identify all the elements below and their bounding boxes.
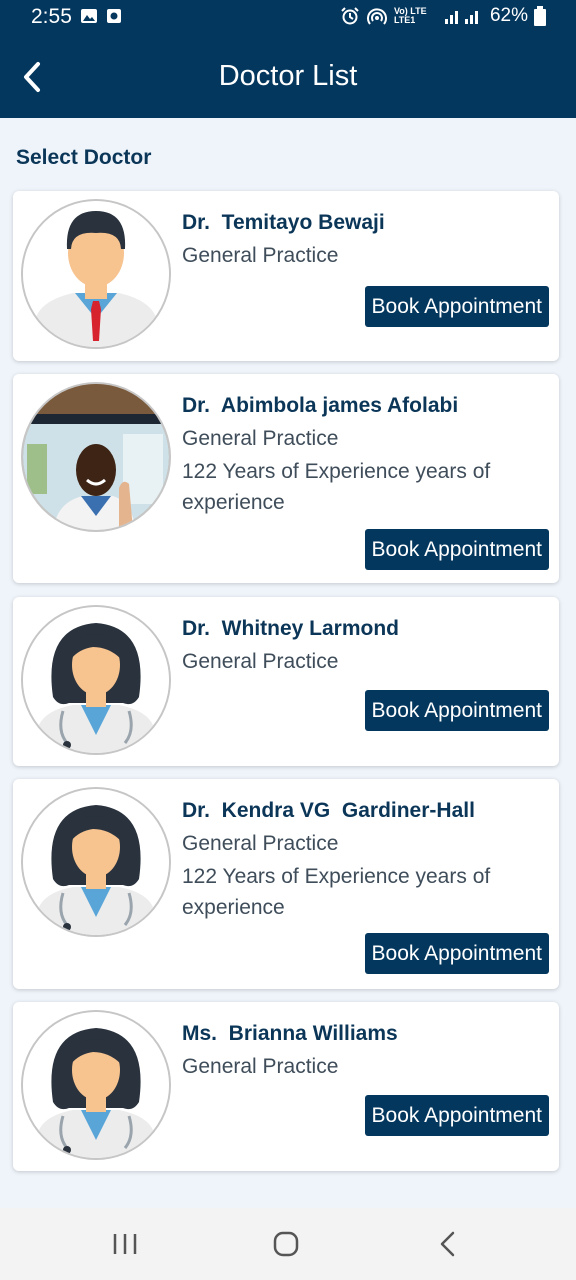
doctor-card[interactable]: Dr. Whitney Larmond General Practice Boo… — [13, 597, 559, 766]
book-appointment-button[interactable]: Book Appointment — [364, 690, 549, 731]
recents-button[interactable] — [105, 1226, 145, 1262]
female-doctor-avatar — [21, 1010, 171, 1160]
doctor-specialty: General Practice — [182, 650, 339, 673]
doctor-specialty: General Practice — [182, 832, 339, 855]
book-appointment-button[interactable]: Book Appointment — [364, 529, 549, 570]
system-nav-bar — [0, 1208, 576, 1280]
battery-percent: 62% — [489, 5, 528, 26]
status-bar: 2:55 Vo) LTE LTE1 62% — [0, 0, 576, 36]
book-appointment-button[interactable]: Book Appointment — [364, 933, 549, 974]
doctor-name: Dr. Kendra VG Gardiner-Hall — [182, 799, 475, 822]
section-title: Select Doctor — [16, 146, 152, 169]
doctor-specialty: General Practice — [182, 1055, 339, 1078]
female-doctor-avatar — [21, 605, 171, 755]
book-appointment-button[interactable]: Book Appointment — [364, 286, 549, 327]
home-icon — [273, 1231, 299, 1257]
doctor-specialty: General Practice — [182, 427, 339, 450]
doctor-name: Dr. Temitayo Bewaji — [182, 211, 385, 234]
page-title: Doctor List — [218, 60, 358, 92]
status-time: 2:55 — [31, 5, 72, 28]
doctor-name: Ms. Brianna Williams — [182, 1022, 398, 1045]
doctor-card[interactable]: Dr. Abimbola james Afolabi General Pract… — [13, 374, 559, 583]
back-icon — [440, 1231, 455, 1257]
female-doctor-avatar — [21, 787, 171, 937]
doctor-specialty: General Practice — [182, 244, 339, 267]
doctor-card[interactable]: Dr. Temitayo Bewaji General Practice Boo… — [13, 191, 559, 361]
doctor-card[interactable]: Ms. Brianna Williams General Practice Bo… — [13, 1002, 559, 1171]
doctor-card[interactable]: Dr. Kendra VG Gardiner-Hall General Prac… — [13, 779, 559, 989]
book-appointment-button[interactable]: Book Appointment — [364, 1095, 549, 1136]
alarm-icon — [341, 7, 359, 25]
recents-icon — [113, 1234, 137, 1254]
male-doctor-avatar — [21, 199, 171, 349]
gallery-icon — [81, 9, 97, 23]
home-button[interactable] — [266, 1226, 306, 1262]
network-type: Vo) LTE LTE1 — [393, 6, 427, 25]
screen-record-icon — [107, 9, 121, 23]
doctor-photo — [21, 382, 171, 532]
doctor-experience: 122 Years of Experience years of experie… — [182, 460, 491, 514]
nav-back-button[interactable] — [428, 1226, 468, 1262]
doctor-name: Dr. Whitney Larmond — [182, 617, 400, 640]
signal-icon — [444, 11, 478, 24]
doctor-name: Dr. Abimbola james Afolabi — [182, 394, 459, 417]
doctor-experience: 122 Years of Experience years of experie… — [182, 865, 491, 919]
battery-icon — [534, 6, 546, 26]
app-bar: Doctor List — [0, 36, 576, 118]
doctor-list-content: Select Doctor Dr. Temitayo Bewaji Genera… — [0, 118, 576, 1208]
hotspot-icon — [367, 8, 387, 25]
